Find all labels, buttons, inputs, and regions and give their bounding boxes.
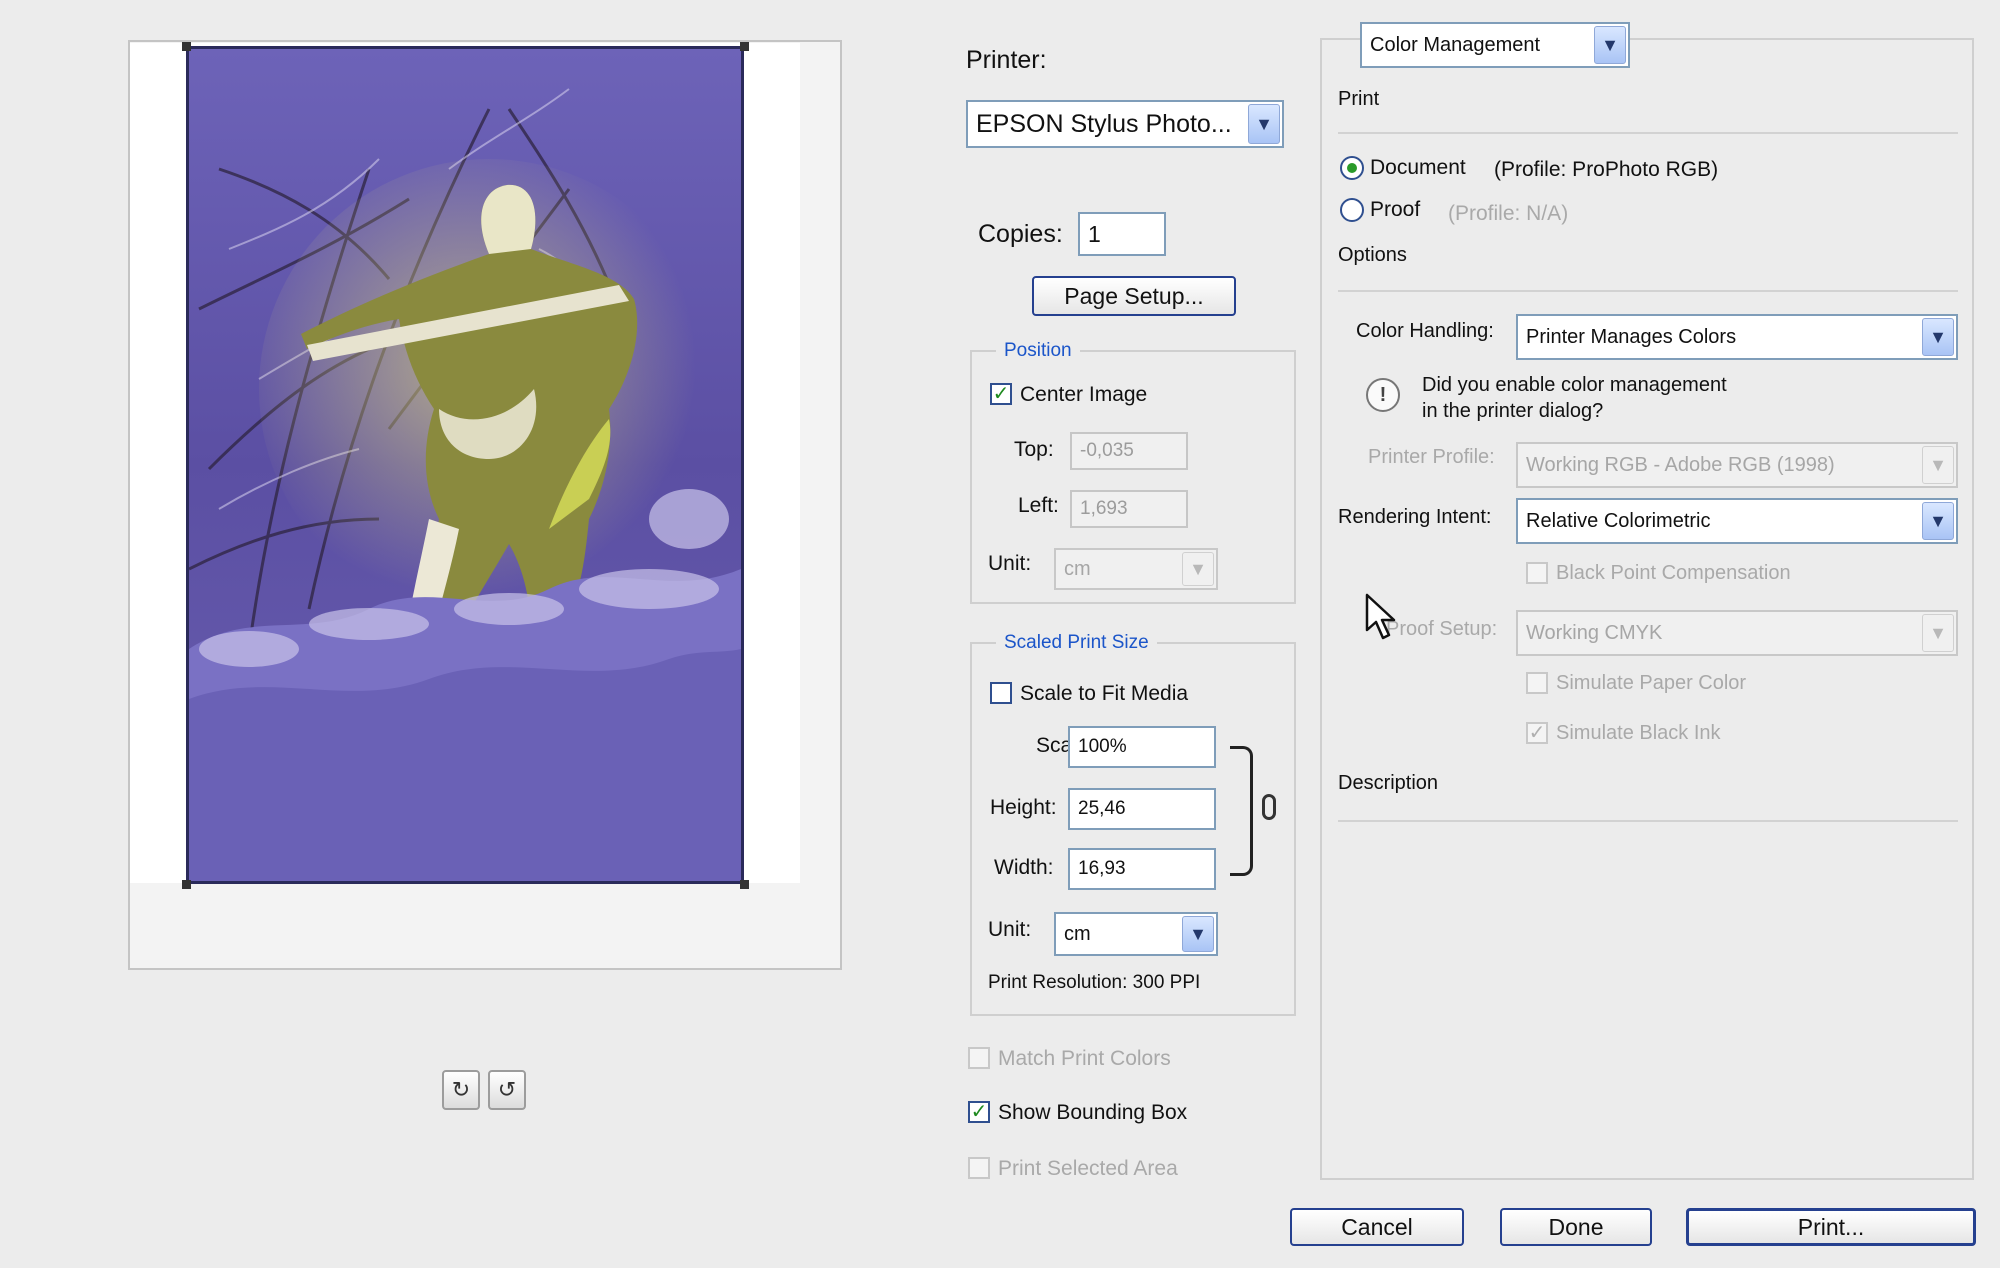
match-print-colors-checkbox[interactable] (968, 1047, 990, 1069)
document-label: Document (1370, 156, 1466, 179)
description-heading: Description (1338, 772, 1439, 794)
position-unit-label: Unit: (988, 552, 1032, 575)
width-input[interactable]: 16,93 (1068, 848, 1216, 890)
bounding-box-handle-br[interactable] (740, 880, 749, 889)
link-bracket (1230, 746, 1253, 876)
chevron-down-icon: ▼ (1922, 318, 1954, 356)
proof-profile: (Profile: N/A) (1448, 202, 1569, 225)
left-input[interactable]: 1,693 (1070, 490, 1188, 528)
proof-setup-value: Working CMYK (1526, 621, 1663, 644)
warning-icon: ! (1366, 378, 1400, 412)
position-unit-value: cm (1064, 557, 1091, 580)
scale-unit-value: cm (1064, 922, 1091, 945)
scale-unit-select[interactable]: cm ▼ (1054, 912, 1218, 956)
proof-setup-label: Proof Setup: (1386, 618, 1498, 640)
copies-input[interactable]: 1 (1078, 212, 1166, 256)
color-handling-value: Printer Manages Colors (1526, 325, 1737, 348)
position-unit-select[interactable]: cm ▼ (1054, 548, 1218, 590)
page-setup-button[interactable]: Page Setup... (1032, 276, 1236, 316)
scale-unit-label: Unit: (988, 918, 1032, 941)
print-resolution-text: Print Resolution: 300 PPI (988, 972, 1201, 993)
bounding-box-handle-tl[interactable] (182, 42, 191, 51)
chevron-down-icon: ▼ (1248, 104, 1280, 144)
chevron-down-icon: ▼ (1922, 614, 1954, 652)
proof-setup-select[interactable]: Working CMYK ▼ (1516, 610, 1958, 656)
chevron-down-icon: ▼ (1594, 26, 1626, 64)
rendering-intent-value: Relative Colorimetric (1526, 509, 1711, 532)
printer-select-value: EPSON Stylus Photo... (976, 109, 1232, 138)
landscape-icon[interactable]: ↺ (488, 1070, 526, 1110)
done-button[interactable]: Done (1500, 1208, 1652, 1246)
document-radio[interactable] (1340, 156, 1364, 180)
options-separator (1338, 290, 1958, 292)
show-bounding-box-checkbox[interactable]: ✓ (968, 1101, 990, 1123)
cancel-button[interactable]: Cancel (1290, 1208, 1464, 1246)
color-handling-select[interactable]: Printer Manages Colors ▼ (1516, 314, 1958, 360)
mouse-cursor-icon (1365, 593, 1396, 640)
top-input[interactable]: -0,035 (1070, 432, 1188, 470)
chevron-down-icon: ▼ (1182, 916, 1214, 952)
section-select[interactable]: Color Management ▼ (1360, 22, 1630, 68)
link-chain-icon[interactable] (1262, 794, 1276, 820)
document-profile: (Profile: ProPhoto RGB) (1494, 158, 1719, 181)
color-handling-label: Color Handling: (1356, 320, 1494, 342)
print-heading: Print (1338, 88, 1380, 110)
proof-radio[interactable] (1340, 198, 1364, 222)
copies-label: Copies: (978, 220, 1063, 248)
printer-profile-select[interactable]: Working RGB - Adobe RGB (1998) ▼ (1516, 442, 1958, 488)
width-label: Width: (994, 856, 1054, 879)
print-separator (1338, 132, 1958, 134)
center-image-label: Center Image (1020, 383, 1148, 406)
warning-text-line1: Did you enable color management (1422, 374, 1727, 396)
rendering-intent-select[interactable]: Relative Colorimetric ▼ (1516, 498, 1958, 544)
warning-text-line2: in the printer dialog? (1422, 400, 1604, 422)
simulate-paper-checkbox[interactable] (1526, 672, 1548, 694)
preview-photo[interactable] (186, 46, 744, 884)
printer-select[interactable]: EPSON Stylus Photo... ▼ (966, 100, 1284, 148)
show-bounding-box-label: Show Bounding Box (998, 1101, 1188, 1124)
match-print-colors-label: Match Print Colors (998, 1047, 1171, 1070)
print-button[interactable]: Print... (1686, 1208, 1976, 1246)
left-label: Left: (1018, 494, 1059, 517)
top-label: Top: (1014, 438, 1054, 461)
printer-profile-value: Working RGB - Adobe RGB (1998) (1526, 453, 1835, 476)
bounding-box-handle-bl[interactable] (182, 880, 191, 889)
simulate-ink-label: Simulate Black Ink (1556, 722, 1721, 744)
center-image-checkbox[interactable]: ✓ (990, 383, 1012, 405)
radio-selected-dot (1347, 163, 1357, 173)
printer-label: Printer: (966, 46, 1047, 74)
scale-input[interactable]: 100% (1068, 726, 1216, 768)
scale-to-fit-label: Scale to Fit Media (1020, 682, 1189, 705)
simulate-ink-checkbox[interactable]: ✓ (1526, 722, 1548, 744)
rendering-intent-label: Rendering Intent: (1338, 506, 1492, 528)
scale-to-fit-checkbox[interactable] (990, 682, 1012, 704)
black-point-label: Black Point Compensation (1556, 562, 1791, 584)
section-select-value: Color Management (1370, 33, 1541, 56)
description-separator (1338, 820, 1958, 822)
position-group-title: Position (996, 340, 1080, 362)
print-selected-area-label: Print Selected Area (998, 1157, 1178, 1180)
options-heading: Options (1338, 244, 1407, 266)
black-point-checkbox[interactable] (1526, 562, 1548, 584)
simulate-paper-label: Simulate Paper Color (1556, 672, 1747, 694)
chevron-down-icon: ▼ (1922, 502, 1954, 540)
chevron-down-icon: ▼ (1182, 552, 1214, 586)
chevron-down-icon: ▼ (1922, 446, 1954, 484)
portrait-icon[interactable]: ↻ (442, 1070, 480, 1110)
height-input[interactable]: 25,46 (1068, 788, 1216, 830)
printer-profile-label: Printer Profile: (1368, 446, 1495, 468)
bounding-box-handle-tr[interactable] (740, 42, 749, 51)
print-selected-area-checkbox[interactable] (968, 1157, 990, 1179)
height-label: Height: (990, 796, 1057, 819)
scaled-print-size-title: Scaled Print Size (996, 632, 1157, 654)
proof-label: Proof (1370, 198, 1421, 221)
